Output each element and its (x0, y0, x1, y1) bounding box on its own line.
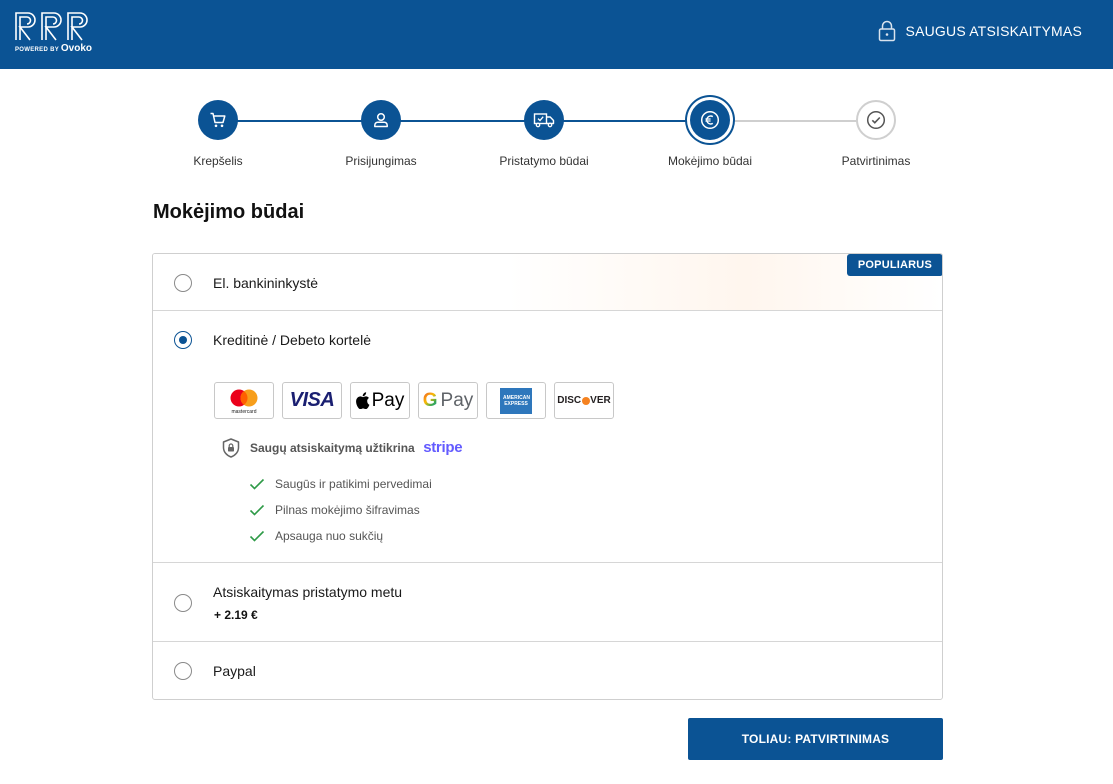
secure-checkout: SAUGUS ATSISKAITYMAS (878, 20, 1082, 42)
card-logos: mastercard VISA Pay G Pay AMERICAN EXPRE… (214, 382, 614, 419)
step-delivery-label: Pristatymo būdai (499, 154, 589, 168)
feature-item: Saugūs ir patikimi pervedimai (249, 471, 432, 497)
step-payment-circle (690, 100, 730, 140)
payment-option-card-label: Kreditinė / Debeto kortelė (213, 332, 371, 348)
radio-bank[interactable] (174, 274, 192, 292)
step-confirmation-circle (856, 100, 896, 140)
shield-lock-icon (222, 438, 240, 458)
page-title: Mokėjimo būdai (153, 201, 305, 223)
feature-text: Saugūs ir patikimi pervedimai (275, 477, 432, 491)
security-features: Saugūs ir patikimi pervedimai Pilnas mok… (249, 471, 432, 549)
check-icon (249, 530, 265, 542)
discover-text-left: DISC (557, 395, 582, 406)
check-icon (249, 478, 265, 490)
payment-option-cod-label: Atsiskaitymas pristatymo metu (213, 584, 403, 600)
radio-cod[interactable] (174, 594, 192, 612)
amex-icon: AMERICAN EXPRESS (500, 387, 532, 414)
step-confirmation-label: Patvirtinimas (841, 154, 911, 168)
euro-icon (700, 110, 720, 130)
checkout-stepper: Krepšelis Prisijungimas Pristatymo būdai (150, 100, 970, 180)
discover-dot-icon (581, 396, 590, 405)
apple-pay-text: Pay (371, 389, 405, 411)
american-express-logo: AMERICAN EXPRESS (486, 382, 546, 419)
visa-text: VISA (289, 389, 335, 411)
cart-icon (210, 112, 226, 128)
mastercard-text: mastercard (231, 409, 256, 415)
site-header: POWERED BY Ovoko SAUGUS ATSISKAITYMAS (0, 0, 1113, 69)
feature-item: Pilnas mokėjimo šifravimas (249, 497, 432, 523)
truck-icon (533, 113, 555, 128)
step-payment[interactable]: Mokėjimo būdai (650, 100, 770, 168)
step-confirmation[interactable]: Patvirtinimas (816, 100, 936, 168)
step-payment-label: Mokėjimo būdai (667, 154, 753, 168)
cod-surcharge: + 2.19 € (214, 608, 258, 622)
step-delivery-circle (524, 100, 564, 140)
amex-text: AMERICAN EXPRESS (503, 394, 530, 407)
payment-option-bank[interactable]: El. bankininkystė POPULIARUS (153, 254, 942, 311)
check-icon (249, 504, 265, 516)
mastercard-icon: mastercard (230, 389, 258, 415)
feature-text: Apsauga nuo sukčių (275, 529, 384, 543)
stripe-note-text: Saugų atsiskaitymą užtikrina (250, 441, 415, 455)
feature-item: Apsauga nuo sukčių (249, 523, 432, 549)
payment-option-paypal-label: Paypal (213, 663, 256, 679)
apple-icon (355, 392, 370, 409)
discover-text-right: VER (590, 395, 611, 406)
secure-checkout-label: SAUGUS ATSISKAITYMAS (905, 23, 1082, 39)
stepper-progress-line (218, 120, 710, 122)
popular-badge: POPULIARUS (846, 254, 942, 276)
stripe-security-note: Saugų atsiskaitymą užtikrina stripe (222, 438, 463, 458)
step-login-circle (361, 100, 401, 140)
step-login[interactable]: Prisijungimas (321, 100, 441, 168)
google-g-icon: G (422, 389, 438, 411)
step-delivery[interactable]: Pristatymo būdai (484, 100, 604, 168)
apple-pay-logo: Pay (350, 382, 410, 419)
step-cart-circle (198, 100, 238, 140)
radio-card[interactable] (174, 331, 192, 349)
logo-brand: Ovoko (60, 43, 92, 54)
mastercard-logo: mastercard (214, 382, 274, 419)
payment-option-cod[interactable]: Atsiskaitymas pristatymo metu + 2.19 € (153, 563, 942, 642)
payment-option-paypal[interactable]: Paypal (153, 642, 942, 699)
payment-option-bank-label: El. bankininkystė (213, 275, 319, 291)
visa-logo: VISA (282, 382, 342, 419)
discover-logo: DISC VER (554, 382, 614, 419)
radio-paypal[interactable] (174, 662, 192, 680)
step-cart[interactable]: Krepšelis (158, 100, 278, 168)
check-circle-icon (866, 110, 886, 130)
step-login-label: Prisijungimas (345, 154, 417, 168)
logo-powered-by: POWERED BY Ovoko (15, 43, 92, 54)
payment-methods-list: El. bankininkystė POPULIARUS Kreditinė /… (152, 253, 943, 700)
step-cart-label: Krepšelis (193, 154, 243, 168)
logo-powered-prefix: POWERED BY (15, 47, 59, 53)
google-pay-logo: G Pay (418, 382, 478, 419)
user-icon (374, 112, 388, 128)
lock-icon (878, 20, 895, 42)
payment-option-card[interactable]: Kreditinė / Debeto kortelė mastercard VI… (153, 311, 942, 563)
feature-text: Pilnas mokėjimo šifravimas (275, 503, 420, 517)
google-pay-text: Pay (440, 389, 474, 411)
rrr-logo-icon (15, 12, 88, 41)
logo[interactable]: POWERED BY Ovoko (14, 11, 94, 55)
next-confirmation-button[interactable]: TOLIAU: PATVIRTINIMAS (688, 718, 943, 760)
stripe-brand: stripe (423, 439, 463, 456)
